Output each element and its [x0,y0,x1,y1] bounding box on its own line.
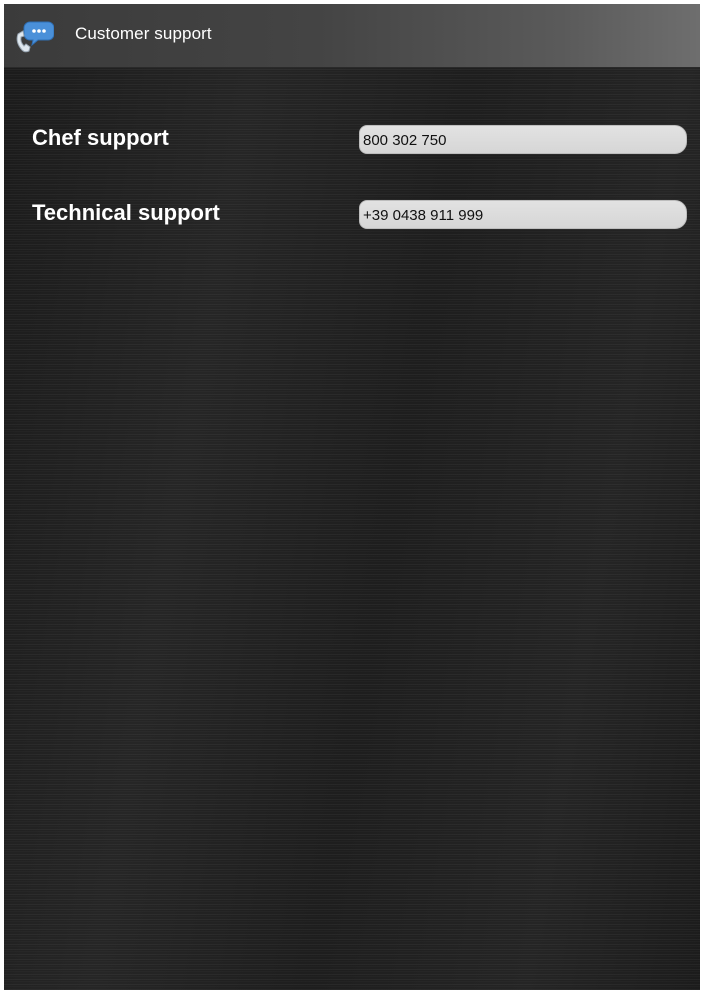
chef-support-label: Chef support [32,125,169,150]
action-bar: Customer support [4,4,700,68]
phone-chat-icon[interactable] [14,18,55,54]
app-screen: Customer support Chef support 800 302 75… [4,4,700,990]
chef-support-phone-field[interactable]: 800 302 750 [359,125,687,154]
page-title: Customer support [75,24,212,43]
technical-support-label: Technical support [32,200,220,225]
technical-support-row: Technical support +39 0438 911 999 [4,200,700,240]
chef-support-row: Chef support 800 302 750 [4,125,700,165]
technical-support-phone-field[interactable]: +39 0438 911 999 [359,200,687,229]
